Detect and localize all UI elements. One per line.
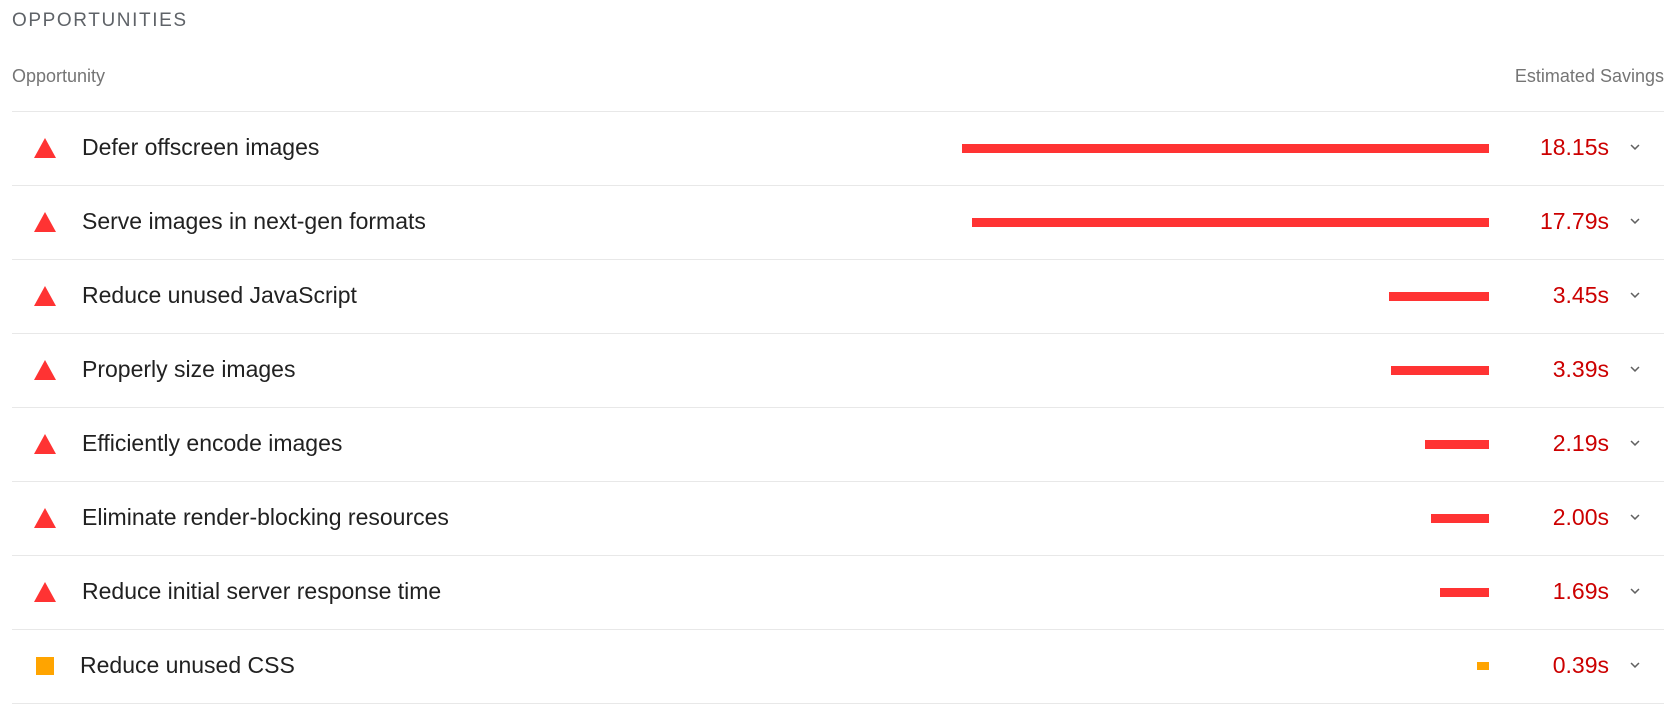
opportunity-title: Eliminate render-blocking resources [82,504,449,530]
savings-value: 2.00s [1552,504,1609,530]
opportunity-column-header: Opportunity [12,66,106,86]
savings-value: 3.39s [1552,356,1609,382]
savings-bar [1440,588,1489,597]
chevron-down-icon[interactable] [1626,508,1644,526]
opportunity-row[interactable]: Serve images in next-gen formats 17.79s [12,186,1664,260]
opportunity-title: Serve images in next-gen formats [82,208,426,234]
opportunity-title: Efficiently encode images [82,430,343,456]
savings-bar [972,218,1489,227]
savings-bar [1431,514,1489,523]
savings-value: 0.39s [1552,652,1609,678]
chevron-down-icon[interactable] [1626,286,1644,304]
opportunity-row[interactable]: Efficiently encode images 2.19s [12,408,1664,482]
fail-triangle-icon [34,286,56,306]
fail-triangle-icon [34,360,56,380]
chevron-down-icon[interactable] [1626,434,1644,452]
opportunity-row[interactable]: Eliminate render-blocking resources 2.00… [12,482,1664,556]
opportunity-title: Reduce unused JavaScript [82,282,357,308]
savings-bar [962,144,1489,153]
opportunity-row[interactable]: Reduce unused JavaScript 3.45s [12,260,1664,334]
savings-bar [1389,292,1489,301]
savings-value: 2.19s [1552,430,1609,456]
savings-value: 3.45s [1552,282,1609,308]
average-square-icon [36,657,54,675]
opportunities-list: Defer offscreen images 18.15s Serve imag… [12,111,1664,704]
opportunity-row[interactable]: Reduce unused CSS 0.39s [12,630,1664,704]
chevron-down-icon[interactable] [1626,360,1644,378]
fail-triangle-icon [34,212,56,232]
savings-bar [1477,662,1489,670]
opportunity-title: Reduce initial server response time [82,578,442,604]
opportunity-title: Reduce unused CSS [80,652,295,678]
savings-bar [1425,440,1489,449]
savings-bar [1391,366,1489,375]
chevron-down-icon[interactable] [1626,656,1644,674]
fail-triangle-icon [34,434,56,454]
fail-triangle-icon [34,138,56,158]
opportunity-title: Defer offscreen images [82,134,320,160]
section-title: OPPORTUNITIES [12,10,188,31]
estimated-savings-column-header: Estimated Savings [1514,66,1664,86]
savings-value: 18.15s [1539,134,1609,160]
fail-triangle-icon [34,582,56,602]
column-headers: Opportunity Estimated Savings [12,66,1664,90]
chevron-down-icon[interactable] [1626,138,1644,156]
chevron-down-icon[interactable] [1626,582,1644,600]
opportunity-row[interactable]: Properly size images 3.39s [12,334,1664,408]
opportunity-row[interactable]: Defer offscreen images 18.15s [12,112,1664,186]
fail-triangle-icon [34,508,56,528]
savings-value: 1.69s [1552,578,1609,604]
opportunity-title: Properly size images [82,356,296,382]
opportunity-row[interactable]: Reduce initial server response time 1.69… [12,556,1664,630]
chevron-down-icon[interactable] [1626,212,1644,230]
savings-value: 17.79s [1539,208,1609,234]
